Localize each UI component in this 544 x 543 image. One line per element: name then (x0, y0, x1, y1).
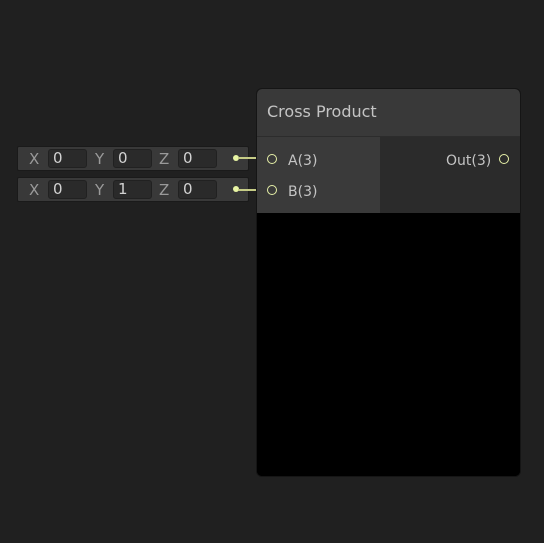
input-port-b-label: B(3) (288, 184, 318, 200)
z-axis-label: Z (159, 150, 170, 168)
y-axis-label: Y (95, 181, 105, 199)
input-port-a[interactable] (267, 154, 277, 164)
node-preview-area (257, 213, 520, 476)
node-title: Cross Product (267, 102, 377, 121)
vector3-input-a: X 0 Y 0 Z 0 (17, 146, 249, 171)
input-ports-column: A(3) B(3) (257, 137, 380, 213)
b-y-field[interactable]: 1 (113, 180, 152, 199)
a-y-field[interactable]: 0 (113, 149, 152, 168)
b-x-field[interactable]: 0 (48, 180, 87, 199)
node-ports: A(3) B(3) Out(3) (257, 137, 520, 213)
graph-canvas[interactable]: X 0 Y 0 Z 0 X 0 Y 1 Z 0 Cross Product A(… (0, 0, 544, 543)
output-port-label: Out(3) (446, 153, 492, 169)
node-header[interactable]: Cross Product (257, 89, 520, 137)
x-axis-label: X (29, 181, 40, 199)
output-port[interactable] (499, 154, 509, 164)
a-x-field[interactable]: 0 (48, 149, 87, 168)
x-axis-label: X (29, 150, 40, 168)
z-axis-label: Z (159, 181, 170, 199)
y-axis-label: Y (95, 150, 105, 168)
input-port-b[interactable] (267, 185, 277, 195)
input-port-a-label: A(3) (288, 153, 318, 169)
vector3-input-b: X 0 Y 1 Z 0 (17, 177, 249, 202)
a-z-field[interactable]: 0 (178, 149, 217, 168)
cross-product-node[interactable]: Cross Product A(3) B(3) Out(3) (256, 88, 521, 477)
b-z-field[interactable]: 0 (178, 180, 217, 199)
